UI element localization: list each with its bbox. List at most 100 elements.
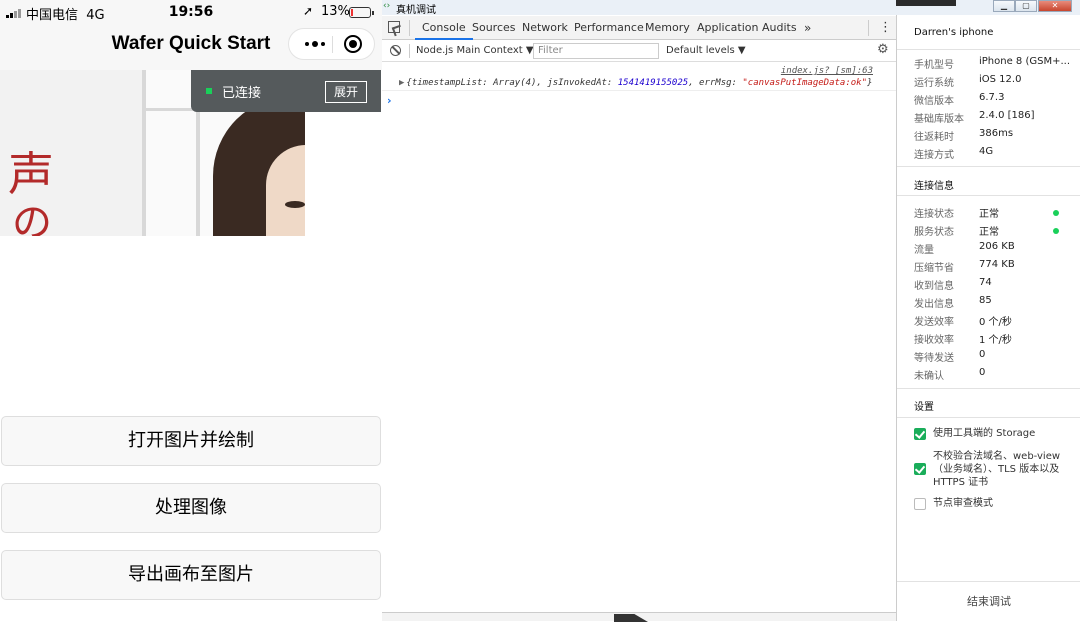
info-row: 往返耗时 386ms — [914, 128, 1074, 144]
info-row-value: 2.4.0 [186] — [979, 110, 1035, 121]
export-canvas-button[interactable]: 导出画布至图片 — [1, 550, 381, 600]
info-row-key: 发送效率 — [914, 317, 954, 328]
expand-button[interactable]: 展开 — [325, 81, 367, 103]
info-row-value: 74 — [979, 277, 992, 288]
info-row: 等待发送 0 — [914, 349, 1074, 365]
connected-dot — [206, 88, 212, 94]
toolbar-divider — [868, 20, 869, 36]
message-text: {timestampList: Array(4), jsInvokedAt: — [406, 78, 618, 88]
close-mini-program-icon[interactable] — [344, 35, 362, 53]
inspect-element-icon[interactable] — [388, 21, 400, 33]
info-row-value: 正常 — [979, 227, 999, 238]
process-image-button[interactable]: 处理图像 — [1, 483, 381, 533]
maximize-button[interactable]: ▢ — [1015, 0, 1037, 12]
info-row-key: 流量 — [914, 245, 934, 256]
tab-sources[interactable]: Sources — [472, 16, 516, 40]
console-toolbar: Node.js Main Context ▼ Filter Default le… — [382, 41, 896, 62]
tab-network[interactable]: Network — [522, 16, 568, 40]
info-row-key: 基础库版本 — [914, 114, 964, 125]
info-row: 连接方式 4G — [914, 146, 1074, 162]
info-row-value: 0 — [979, 349, 986, 360]
minimize-button[interactable]: ▁ — [993, 0, 1015, 12]
storage-checkbox[interactable] — [914, 428, 926, 440]
status-ok-dot — [1053, 228, 1059, 234]
info-row-value: 4G — [979, 146, 994, 157]
mini-program-capsule — [288, 28, 375, 60]
info-row: 服务状态 正常 — [914, 223, 1074, 239]
info-row-value: iOS 12.0 — [979, 74, 1022, 85]
info-row: 运行系统 iOS 12.0 — [914, 74, 1074, 90]
divider — [897, 166, 1080, 167]
info-row-key: 运行系统 — [914, 78, 954, 89]
message-source-link[interactable]: index.js? [sm]:63 — [781, 66, 873, 76]
open-and-draw-button[interactable]: 打开图片并绘制 — [1, 416, 381, 466]
more-icon[interactable] — [297, 29, 333, 59]
info-row-value: 206 KB — [979, 241, 1015, 252]
end-debug-button[interactable]: 结束调试 — [897, 581, 1080, 621]
status-bar: 中国电信 4G 19:56 ➚ 13% — [0, 0, 382, 24]
expand-arrow-icon[interactable]: ▶ — [399, 78, 404, 88]
info-row: 发送效率 0 个/秒 — [914, 313, 1074, 329]
info-row: 发出信息 85 — [914, 295, 1074, 311]
node-inspect-setting-label: 节点审查模式 — [933, 498, 993, 509]
log-levels-dropdown[interactable]: Default levels ▼ — [666, 45, 746, 56]
message-errmsg: "canvasPutImageData:ok" — [742, 78, 868, 88]
info-row-value: 正常 — [979, 209, 999, 220]
phone-simulator: 中国电信 4G 19:56 ➚ 13% Wafer Quick Start 声 … — [0, 0, 382, 621]
console-prompt-icon[interactable]: › — [387, 94, 392, 107]
capsule-divider — [332, 36, 333, 53]
connection-banner: 已连接 展开 — [191, 70, 381, 112]
more-tabs-icon[interactable]: » — [804, 16, 811, 40]
storage-setting-label: 使用工具端的 Storage — [933, 428, 1036, 439]
message-text: } — [867, 78, 873, 88]
info-row: 基础库版本 2.4.0 [186] — [914, 110, 1074, 126]
app-icon: ‹› — [383, 1, 391, 11]
message-timestamp: 1541419155025 — [617, 78, 689, 88]
info-row: 压缩节省 774 KB — [914, 259, 1074, 275]
info-row: 收到信息 74 — [914, 277, 1074, 293]
gear-icon[interactable]: ⚙ — [877, 42, 889, 57]
kebab-menu-icon[interactable]: ⋮ — [879, 16, 892, 40]
settings-section-title: 设置 — [914, 402, 934, 413]
filter-input[interactable]: Filter — [533, 43, 659, 59]
message-object[interactable]: ▶ {timestampList: Array(4), jsInvokedAt: … — [399, 78, 872, 88]
info-row: 微信版本 6.7.3 — [914, 92, 1074, 108]
info-row-key: 发出信息 — [914, 299, 954, 310]
nav-bar: Wafer Quick Start — [0, 24, 382, 70]
info-row-key: 服务状态 — [914, 227, 954, 238]
info-row: 未确认 0 — [914, 367, 1074, 383]
info-row-key: 往返耗时 — [914, 132, 954, 143]
info-row-key: 收到信息 — [914, 281, 954, 292]
device-name: Darren's iphone — [914, 27, 994, 38]
tab-memory[interactable]: Memory — [645, 16, 690, 40]
tab-console[interactable]: Console — [415, 16, 473, 40]
node-inspect-checkbox[interactable] — [914, 498, 926, 510]
photo-eye — [285, 201, 305, 208]
info-row-value: 774 KB — [979, 259, 1015, 270]
close-window-button[interactable]: ✕ — [1038, 0, 1072, 12]
info-row: 连接状态 正常 — [914, 205, 1074, 221]
photo-window-frame — [142, 70, 146, 236]
message-text: , errMsg: — [688, 78, 743, 88]
info-row-key: 连接方式 — [914, 150, 954, 161]
info-row-value: 0 个/秒 — [979, 317, 1012, 328]
clear-console-icon[interactable] — [390, 45, 401, 56]
device-info-panel: Darren's iphone 手机型号 iPhone 8 (GSM+... 运行系… — [896, 15, 1080, 621]
domain-check-setting-label: 不校验合法域名、web-view（业务域名）、TLS 版本以及 HTTPS 证书 — [933, 451, 1061, 488]
info-row-value: iPhone 8 (GSM+... — [979, 56, 1071, 67]
tab-performance[interactable]: Performance — [574, 16, 644, 40]
info-row: 手机型号 iPhone 8 (GSM+... — [914, 56, 1074, 72]
info-row-key: 连接状态 — [914, 209, 954, 220]
toolbar-divider — [409, 44, 410, 58]
toolbar-divider — [409, 20, 410, 36]
divider — [897, 388, 1080, 389]
domain-check-checkbox[interactable] — [914, 463, 926, 475]
info-row-value: 85 — [979, 295, 992, 306]
info-row: 流量 206 KB — [914, 241, 1074, 257]
tab-audits[interactable]: Audits — [762, 16, 797, 40]
titlebar-dark-strip — [896, 0, 956, 6]
tab-application[interactable]: Application — [697, 16, 758, 40]
window-titlebar: ‹› 真机调试 ▁ ▢ ✕ — [382, 0, 1080, 16]
info-row-key: 压缩节省 — [914, 263, 954, 274]
context-selector[interactable]: Node.js Main Context ▼ — [416, 45, 534, 56]
